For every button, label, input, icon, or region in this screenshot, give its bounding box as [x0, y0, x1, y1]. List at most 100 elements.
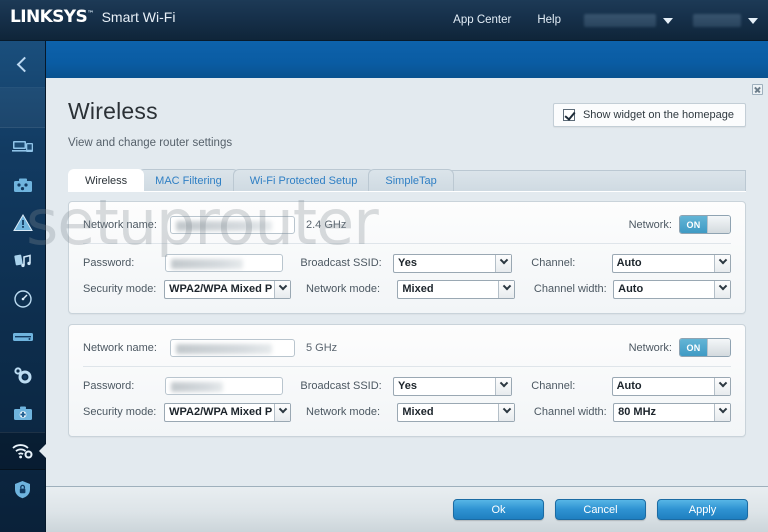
channel-width-select-24[interactable]: Auto: [613, 279, 732, 299]
network-toggle-24[interactable]: ON: [679, 215, 731, 234]
band-24-security-row: Security mode: WPA2/WPA Mixed Pe Network…: [83, 276, 732, 302]
channel-width-label-24: Channel width:: [533, 283, 607, 295]
media-priority-icon: [13, 252, 33, 270]
channel-value-24: Auto: [616, 257, 642, 269]
password-input-24[interactable]: [165, 254, 284, 272]
sidebar-back-button[interactable]: [0, 41, 45, 88]
sidebar-item-security[interactable]: [0, 470, 45, 508]
apply-button[interactable]: Apply: [657, 499, 748, 520]
page-header: Wireless View and change router settings…: [46, 78, 768, 170]
app-header: LINKSYS™ Smart Wi-Fi App Center Help: [0, 0, 768, 41]
chevron-down-icon: [714, 254, 730, 272]
band-5-security-row: Security mode: WPA2/WPA Mixed Pe Network…: [83, 399, 732, 425]
sidebar-item-parental-controls[interactable]: [0, 204, 45, 242]
band-label-5: 5 GHz: [306, 341, 338, 354]
speedometer-icon: [13, 289, 33, 309]
security-mode-select-5[interactable]: WPA2/WPA Mixed Pe: [164, 402, 292, 422]
guest-access-icon: [13, 177, 33, 194]
brand-logo: LINKSYS™ Smart Wi-Fi: [10, 9, 175, 26]
channel-width-select-5[interactable]: 80 MHz: [613, 402, 732, 422]
sidebar-item-speed-test[interactable]: [0, 280, 45, 318]
channel-select-24[interactable]: Auto: [611, 253, 731, 273]
chevron-down-icon: [274, 280, 291, 298]
chevron-down-icon: [748, 17, 758, 24]
chevron-down-icon: [714, 377, 730, 395]
gears-icon: [12, 366, 34, 385]
nav-help[interactable]: Help: [524, 0, 574, 41]
network-mode-label-24: Network mode:: [306, 283, 381, 295]
warning-triangle-icon: [12, 214, 33, 232]
chevron-down-icon: [498, 280, 515, 298]
tab-wireless[interactable]: Wireless: [68, 169, 145, 191]
chevron-down-icon: [274, 403, 291, 421]
chevron-down-icon: [714, 403, 731, 421]
broadcast-ssid-label-5: Broadcast SSID:: [300, 380, 382, 392]
sidebar-item-device-list[interactable]: [0, 128, 45, 166]
channel-select-5[interactable]: Auto: [611, 376, 731, 396]
toggle-knob-5: [707, 339, 730, 356]
broadcast-ssid-select-24[interactable]: Yes: [393, 253, 513, 273]
redacted-value: [176, 220, 272, 231]
chevron-down-icon: [498, 403, 515, 421]
secondary-dropdown[interactable]: [683, 14, 768, 27]
close-icon[interactable]: [752, 84, 763, 95]
broadcast-ssid-label-24: Broadcast SSID:: [300, 257, 382, 269]
show-widget-checkbox-row[interactable]: Show widget on the homepage: [552, 103, 746, 127]
content-area: Wireless View and change router settings…: [46, 78, 768, 532]
band-panel-5ghz: Network name: 5 GHz Network: ON Password…: [68, 324, 746, 437]
channel-width-value-24: Auto: [618, 283, 644, 295]
broadcast-ssid-select-5[interactable]: Yes: [393, 376, 513, 396]
sidebar-top-spacer: [0, 88, 45, 128]
tab-simpletap[interactable]: SimpleTap: [368, 169, 454, 191]
band-label-24: 2.4 GHz: [306, 218, 347, 231]
linksys-smart-wifi-window: LINKSYS™ Smart Wi-Fi App Center Help Wir…: [0, 0, 768, 532]
tab-wifi-protected-setup[interactable]: Wi-Fi Protected Setup: [232, 169, 375, 191]
channel-width-value-5: 80 MHz: [618, 406, 657, 418]
show-widget-checkbox[interactable]: [562, 109, 575, 121]
network-mode-value-24: Mixed: [402, 283, 434, 295]
devices-icon: [11, 138, 34, 156]
network-toggle-label-24: Network:: [628, 218, 672, 231]
brand-subtitle: Smart Wi-Fi: [101, 9, 176, 25]
wifi-gear-icon: [11, 442, 34, 460]
storage-icon: [12, 330, 34, 344]
toggle-state-label-24: ON: [680, 216, 707, 233]
security-mode-label-24: Security mode:: [83, 283, 157, 295]
tab-strip-filler: [441, 170, 746, 191]
nav-app-center[interactable]: App Center: [440, 0, 524, 41]
chevron-down-icon: [663, 17, 673, 24]
band-24-name-row: Network name: 2.4 GHz Network: ON: [83, 211, 731, 238]
password-label-5: Password:: [83, 380, 135, 392]
network-toggle-group-24: Network: ON: [629, 215, 731, 234]
action-footer: Ok Cancel Apply: [46, 486, 768, 532]
brand-name: LINKSYS™: [10, 7, 94, 27]
network-name-input-24[interactable]: [170, 215, 295, 234]
panel-divider-5: [83, 366, 731, 367]
network-name-label: Network name:: [83, 218, 157, 231]
cancel-button[interactable]: Cancel: [555, 499, 646, 520]
password-input-5[interactable]: [165, 377, 284, 395]
sidebar-item-guest-access[interactable]: [0, 166, 45, 204]
account-dropdown[interactable]: [574, 14, 683, 27]
trademark-mark: ™: [87, 9, 94, 18]
security-mode-select-24[interactable]: WPA2/WPA Mixed Pe: [164, 279, 292, 299]
sidebar-item-external-storage[interactable]: [0, 318, 45, 356]
sidebar-item-wireless[interactable]: [0, 432, 45, 470]
network-mode-select-24[interactable]: Mixed: [397, 279, 516, 299]
sidebar-item-troubleshooting[interactable]: [0, 394, 45, 432]
broadcast-ssid-value-24: Yes: [398, 257, 417, 269]
band-24-password-row: Password: Broadcast SSID: Yes Channel: A…: [83, 250, 731, 276]
shield-lock-icon: [13, 480, 32, 499]
ok-button[interactable]: Ok: [453, 499, 544, 520]
network-mode-select-5[interactable]: Mixed: [397, 402, 516, 422]
redacted-value: [171, 382, 224, 392]
sidebar-item-media-prioritization[interactable]: [0, 242, 45, 280]
sidebar-item-connectivity[interactable]: [0, 356, 45, 394]
tab-mac-filtering[interactable]: MAC Filtering: [138, 169, 239, 191]
redacted-value: [176, 343, 272, 354]
network-name-input-5[interactable]: [170, 338, 295, 357]
toggle-state-label-5: ON: [680, 339, 707, 356]
network-toggle-5[interactable]: ON: [679, 338, 731, 357]
toggle-knob-24: [707, 216, 730, 233]
chevron-down-icon: [495, 377, 512, 395]
